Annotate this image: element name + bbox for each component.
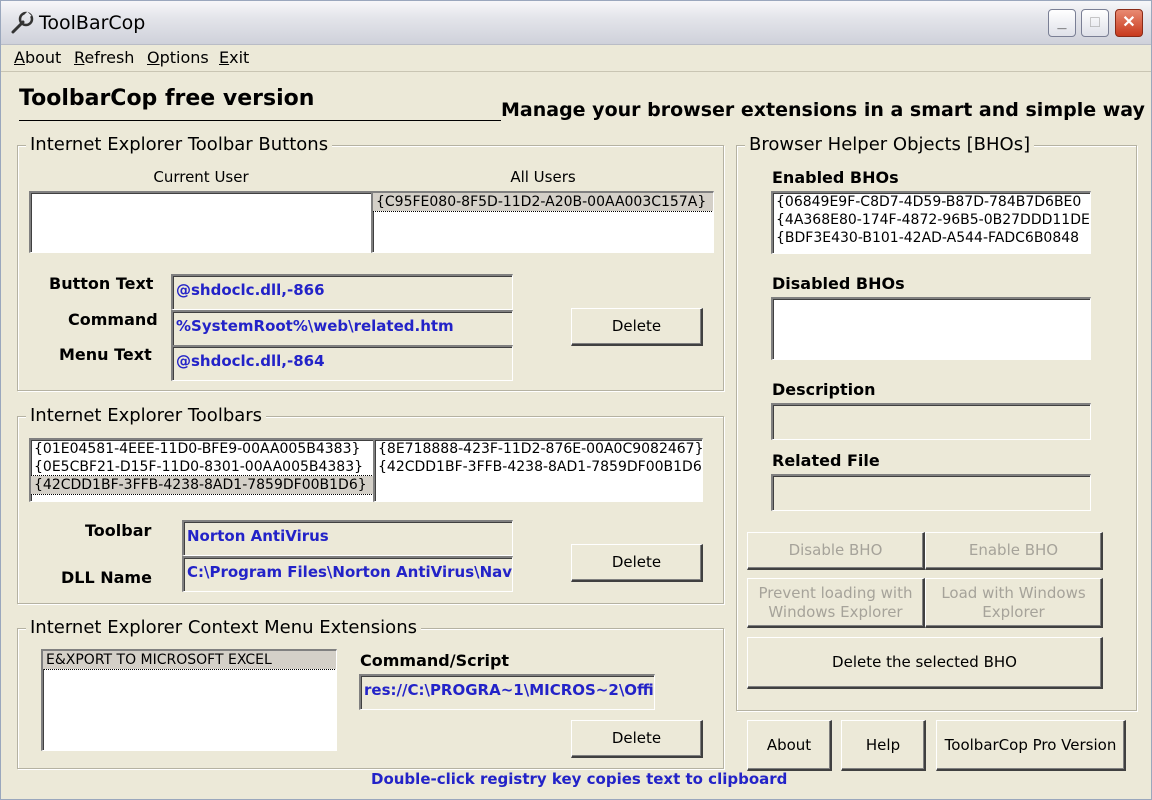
list-item[interactable]: {4A368E80-174F-4872-96B5-0B27DDD11DE	[773, 211, 1090, 229]
delete-toolbar-button[interactable]: Delete	[571, 544, 703, 582]
button-text-field[interactable]: @shdoclc.dll,-866	[171, 274, 513, 310]
wrench-icon	[11, 11, 34, 34]
disabled-bhos-label: Disabled BHOs	[772, 274, 905, 293]
context-menu-group-label: Internet Explorer Context Menu Extension…	[26, 617, 421, 638]
toolbar-label: Toolbar	[85, 521, 152, 540]
command-script-label: Command/Script	[360, 651, 510, 670]
bho-group-label: Browser Helper Objects [BHOs]	[745, 134, 1035, 155]
disabled-bhos-list[interactable]	[771, 297, 1091, 360]
menu-text-field[interactable]: @shdoclc.dll,-864	[171, 345, 513, 381]
maximize-button[interactable]: □	[1081, 9, 1109, 37]
all-users-caption: All Users	[510, 168, 576, 186]
current-user-list[interactable]	[29, 191, 372, 253]
about-button[interactable]: About	[747, 720, 832, 771]
tagline: Manage your browser extensions in a smar…	[501, 99, 1145, 121]
toolbarcop-window: ToolBarCop _ □ ✕ About Refresh Options E…	[0, 0, 1152, 800]
clipboard-hint: Double-click registry key copies text to…	[371, 770, 788, 788]
enable-bho-button[interactable]: Enable BHO	[925, 532, 1103, 570]
toolbar-field[interactable]: Norton AntiVirus	[182, 520, 513, 556]
menu-exit[interactable]: Exit	[219, 48, 249, 67]
prevent-loading-button[interactable]: Prevent loading with Windows Explorer	[747, 578, 925, 628]
enabled-bhos-label: Enabled BHOs	[772, 168, 899, 187]
command-script-field[interactable]: res://C:\PROGRA~1\MICROS~2\Office10\EXCE…	[359, 674, 655, 710]
command-label: Command	[68, 310, 158, 329]
menu-text-label: Menu Text	[59, 345, 152, 364]
enabled-bhos-list[interactable]: {06849E9F-C8D7-4D59-B87D-784B7D6BE0 {4A3…	[771, 191, 1091, 254]
help-button[interactable]: Help	[841, 720, 926, 771]
toolbars-group-label: Internet Explorer Toolbars	[26, 405, 267, 426]
menu-about[interactable]: About	[14, 48, 61, 67]
title-underline	[19, 120, 501, 121]
list-item[interactable]: E&XPORT TO MICROSOFT EXCEL	[43, 651, 336, 670]
list-item[interactable]: {0E5CBF21-D15F-11D0-8301-00AA005B4383}	[31, 458, 373, 476]
list-item[interactable]: {42CDD1BF-3FFB-4238-8AD1-7859DF00B1D6}	[375, 458, 702, 476]
description-field[interactable]	[771, 403, 1091, 440]
toolbar-buttons-group-label: Internet Explorer Toolbar Buttons	[26, 134, 333, 155]
command-field[interactable]: %SystemRoot%\web\related.htm	[171, 310, 513, 346]
all-users-list[interactable]: {C95FE080-8F5D-11D2-A20B-00AA003C157A}	[371, 191, 714, 253]
dll-name-field[interactable]: C:\Program Files\Norton AntiVirus\NavShE…	[182, 556, 513, 592]
minimize-button[interactable]: _	[1048, 9, 1076, 37]
list-item[interactable]: {C95FE080-8F5D-11D2-A20B-00AA003C157A}	[373, 193, 713, 212]
pro-version-button[interactable]: ToolbarCop Pro Version	[936, 720, 1126, 771]
title-bar[interactable]: ToolBarCop _ □ ✕	[1, 1, 1151, 45]
toolbars-list-left[interactable]: {01E04581-4EEE-11D0-BFE9-00AA005B4383} {…	[29, 438, 374, 502]
button-text-label: Button Text	[49, 274, 154, 293]
load-with-explorer-button[interactable]: Load with Windows Explorer	[925, 578, 1103, 628]
context-menu-list[interactable]: E&XPORT TO MICROSOFT EXCEL	[41, 649, 337, 751]
close-button[interactable]: ✕	[1115, 9, 1143, 37]
delete-selected-bho-button[interactable]: Delete the selected BHO	[747, 637, 1103, 689]
list-item[interactable]: {01E04581-4EEE-11D0-BFE9-00AA005B4383}	[31, 440, 373, 458]
window-title: ToolBarCop	[39, 12, 146, 34]
disable-bho-button[interactable]: Disable BHO	[747, 532, 925, 570]
delete-toolbar-button-button[interactable]: Delete	[571, 308, 703, 346]
menu-bar: About Refresh Options Exit	[1, 46, 1151, 72]
toolbars-list-right[interactable]: {8E718888-423F-11D2-876E-00A0C9082467} {…	[373, 438, 703, 502]
related-file-field[interactable]	[771, 474, 1091, 511]
app-title: ToolbarCop free version	[19, 86, 315, 111]
list-item[interactable]: {42CDD1BF-3FFB-4238-8AD1-7859DF00B1D6}	[31, 475, 373, 495]
delete-context-menu-button[interactable]: Delete	[571, 720, 703, 758]
dll-name-label: DLL Name	[61, 568, 152, 587]
menu-options[interactable]: Options	[147, 48, 209, 67]
list-item[interactable]: {06849E9F-C8D7-4D59-B87D-784B7D6BE0	[773, 193, 1090, 211]
list-item[interactable]: {BDF3E430-B101-42AD-A544-FADC6B0848	[773, 229, 1090, 247]
menu-refresh[interactable]: Refresh	[74, 48, 134, 67]
related-file-label: Related File	[772, 451, 880, 470]
list-item[interactable]: {8E718888-423F-11D2-876E-00A0C9082467}	[375, 440, 702, 458]
description-label: Description	[772, 380, 876, 399]
current-user-caption: Current User	[153, 168, 249, 186]
